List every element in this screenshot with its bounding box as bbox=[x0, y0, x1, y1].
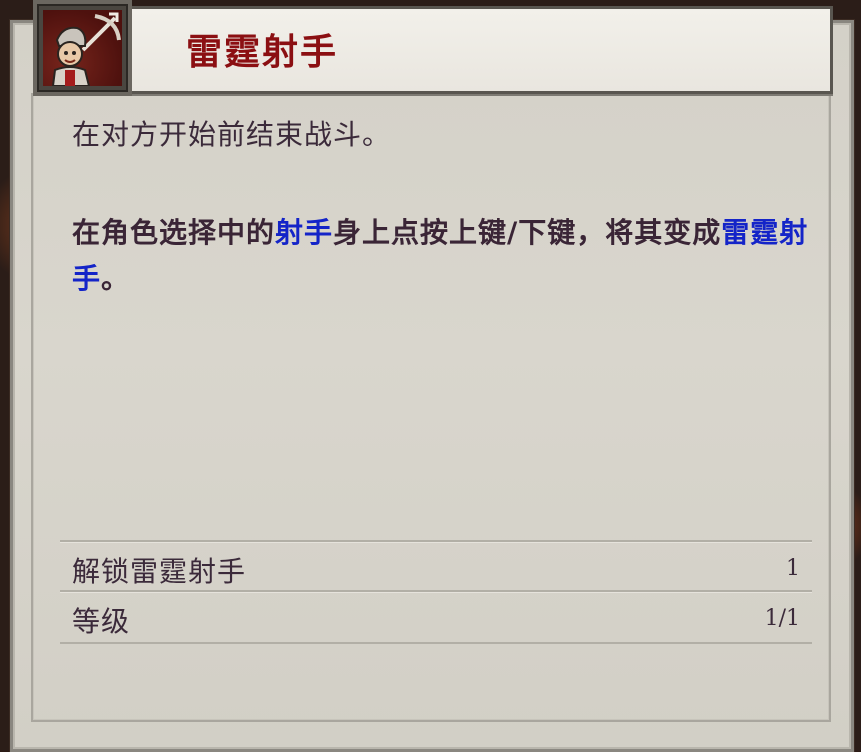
title-bar: 雷霆射手 bbox=[33, 6, 833, 94]
stat-row-unlock: 解锁雷霆射手 1 bbox=[60, 540, 812, 592]
stat-row-level: 等级 1/1 bbox=[60, 590, 812, 644]
desc-part-3: 。 bbox=[101, 262, 131, 295]
stat-label: 解锁雷霆射手 bbox=[72, 555, 247, 588]
crossbow-archer-portrait-icon bbox=[43, 10, 122, 87]
stat-value: 1/1 bbox=[764, 606, 800, 631]
description-line-2: 在角色选择中的射手身上点按上键/下键，将其变成雷霆射手。 bbox=[72, 210, 812, 302]
desc-part-2: 身上点按上键/下键，将其变成 bbox=[333, 216, 722, 249]
portrait-frame bbox=[33, 0, 132, 96]
desc-part-1: 在角色选择中的 bbox=[72, 216, 276, 249]
description-line-1: 在对方开始前结束战斗。 bbox=[72, 118, 392, 151]
achievement-title: 雷霆射手 bbox=[186, 31, 339, 73]
stat-label: 等级 bbox=[72, 605, 131, 638]
desc-highlight-archer: 射手 bbox=[275, 216, 334, 249]
stat-value: 1 bbox=[786, 556, 800, 581]
